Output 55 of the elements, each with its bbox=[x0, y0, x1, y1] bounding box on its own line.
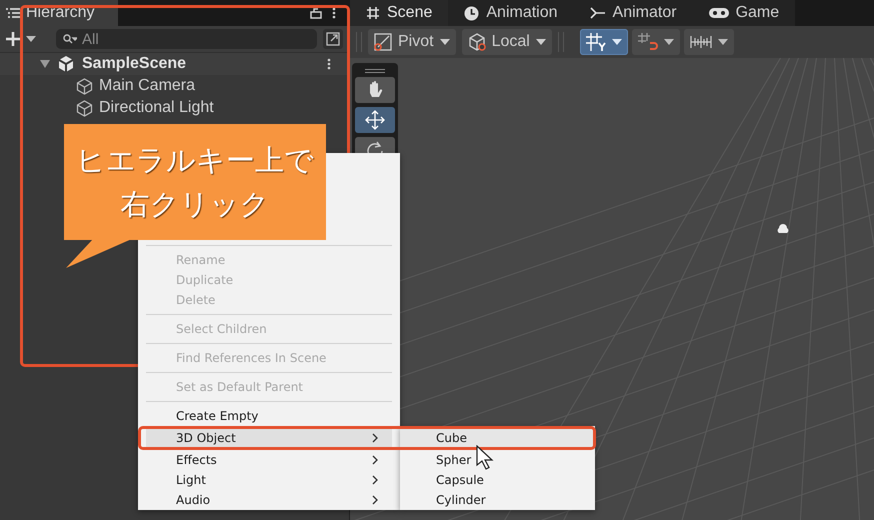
magnet-grid-icon bbox=[638, 33, 658, 51]
caret-icon[interactable] bbox=[26, 36, 36, 42]
menu-item[interactable]: Effects bbox=[146, 450, 392, 470]
cloud-icon bbox=[776, 224, 790, 234]
list-icon bbox=[6, 7, 20, 19]
submenu-item[interactable]: Spher bbox=[400, 450, 595, 470]
caret-icon bbox=[440, 39, 450, 45]
drag-handle-icon[interactable] bbox=[365, 69, 385, 73]
menu-item[interactable]: Light bbox=[146, 470, 392, 490]
cursor-icon bbox=[476, 445, 494, 471]
dropdown[interactable]: Local bbox=[462, 29, 552, 55]
expand-caret-icon[interactable] bbox=[40, 60, 50, 68]
add-icon[interactable] bbox=[6, 32, 20, 46]
gamepad-icon bbox=[708, 7, 729, 19]
scene-tab[interactable]: Animation bbox=[448, 0, 574, 26]
grid-snap-icon bbox=[586, 33, 606, 51]
search-icon bbox=[63, 34, 77, 44]
more-icon[interactable] bbox=[332, 7, 336, 19]
branch-icon bbox=[590, 6, 606, 20]
menu-item[interactable]: Audio bbox=[146, 490, 392, 510]
callout-text: ヒエラルキー上で bbox=[76, 142, 314, 179]
tool-button[interactable] bbox=[355, 107, 395, 133]
cube-icon bbox=[468, 33, 486, 51]
toolbar-button[interactable] bbox=[580, 29, 628, 55]
cube-icon bbox=[76, 78, 93, 94]
move-icon bbox=[365, 110, 385, 130]
hash-icon bbox=[366, 6, 380, 20]
ruler-icon bbox=[690, 34, 712, 50]
scene-tab[interactable]: Scene bbox=[350, 0, 448, 26]
submenu-item[interactable]: Cylinder bbox=[400, 490, 595, 510]
unity-cube-icon bbox=[57, 55, 75, 73]
hierarchy-item[interactable]: Main Camera bbox=[0, 75, 349, 97]
lock-icon[interactable] bbox=[310, 7, 322, 19]
caret-icon bbox=[718, 39, 728, 45]
caret-icon bbox=[664, 39, 674, 45]
toolbar-button[interactable] bbox=[632, 29, 680, 55]
pivot-icon bbox=[374, 33, 392, 51]
submenu-item[interactable]: Capsule bbox=[400, 470, 595, 490]
clock-icon bbox=[464, 6, 480, 20]
search-field[interactable]: All bbox=[56, 29, 317, 49]
scene-row[interactable]: SampleScene bbox=[0, 52, 349, 75]
scene-tab[interactable]: Game bbox=[692, 0, 796, 26]
more-icon[interactable] bbox=[327, 58, 331, 70]
hierarchy-item[interactable]: Directional Light bbox=[0, 97, 349, 119]
menu-item[interactable]: Create Empty bbox=[146, 406, 392, 426]
caret-icon bbox=[612, 39, 622, 45]
caret-icon bbox=[536, 39, 546, 45]
toolbar-button[interactable] bbox=[684, 29, 734, 55]
scene-search-button[interactable] bbox=[323, 29, 343, 49]
tool-button[interactable] bbox=[355, 77, 395, 103]
external-window-icon bbox=[326, 32, 340, 46]
cube-icon bbox=[76, 100, 93, 116]
dropdown[interactable]: Pivot bbox=[368, 29, 456, 55]
callout-text: 右クリック bbox=[120, 186, 270, 223]
scene-tab[interactable]: Animator bbox=[574, 0, 693, 26]
